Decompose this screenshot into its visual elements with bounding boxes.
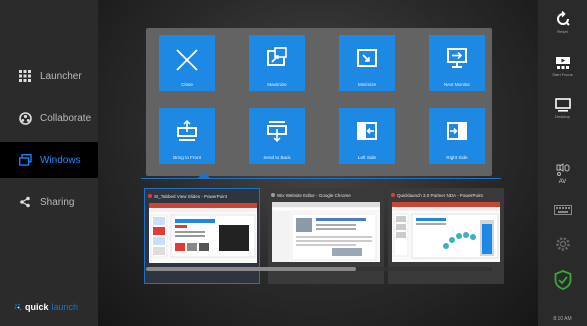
left-side-button[interactable]: Left Side — [339, 108, 395, 164]
powerpoint-app-icon — [391, 193, 395, 197]
action-label: Left Side — [357, 155, 377, 160]
action-label: Minimize — [357, 82, 377, 87]
action-label: Send to Back — [263, 155, 291, 160]
close-x-icon — [176, 49, 198, 71]
security-status[interactable] — [538, 262, 587, 298]
chrome-app-icon — [271, 193, 275, 197]
window-preview — [149, 203, 257, 263]
clock: 8:10 AM — [553, 316, 572, 322]
sidebar-item-sharing[interactable]: Sharing — [0, 184, 98, 220]
quicklaunch-logo: quick launch — [14, 302, 78, 312]
right-side-button[interactable]: Right Side — [429, 108, 485, 164]
bring-to-front-button[interactable]: Bring to Front — [159, 108, 215, 164]
windows-panel: Close Maximize Minimize Next Monitor Bri… — [98, 0, 538, 326]
divider-line — [141, 178, 501, 179]
window-title-text: SI_Tabbed View Slides - PowerPoint — [154, 193, 227, 199]
logo-text-quick: quick — [25, 302, 49, 312]
reset-button[interactable]: Reset — [538, 4, 587, 40]
send-to-back-button[interactable]: Send to Back — [249, 108, 305, 164]
collaborate-icon — [18, 111, 32, 125]
send-back-icon — [267, 121, 287, 142]
sidebar: Launcher Collaborate Windows Sharing qui… — [0, 0, 98, 326]
av-button[interactable]: AV — [538, 156, 587, 192]
logo-text-launch: launch — [51, 302, 79, 312]
powerpoint-app-icon — [148, 194, 152, 198]
sidebar-item-label: Launcher — [40, 70, 82, 82]
next-monitor-button[interactable]: Next Monitor — [429, 35, 485, 91]
thumbnail-scrollbar[interactable] — [146, 267, 492, 271]
sidebar-item-collaborate[interactable]: Collaborate — [0, 100, 98, 136]
minimize-icon — [357, 49, 377, 67]
window-preview — [272, 202, 380, 262]
window-title-text: Wix Website Editor - Google Chrome — [277, 192, 351, 198]
desktop-button[interactable]: Desktop — [538, 90, 587, 126]
reset-label: Reset — [557, 28, 568, 34]
window-title-text: Quicklaunch 3.0 Partner NDA - PowerPoint — [397, 192, 483, 198]
settings-button[interactable] — [538, 226, 587, 262]
windows-icon — [18, 153, 32, 167]
action-label: Bring to Front — [173, 155, 201, 160]
shield-check-icon — [554, 270, 571, 290]
window-title: Quicklaunch 3.0 Partner NDA - PowerPoint — [391, 191, 501, 199]
maximize-icon — [267, 47, 287, 66]
action-label: Close — [181, 82, 193, 87]
bring-front-icon — [177, 120, 197, 141]
sidebar-item-label: Collaborate — [40, 112, 92, 124]
maximize-button[interactable]: Maximize — [249, 35, 305, 91]
av-label: AV — [558, 179, 567, 185]
grid-icon — [18, 69, 32, 83]
start-focus-button[interactable]: Start Focus — [538, 48, 587, 84]
start-focus-label: Start Focus — [552, 71, 573, 77]
sidebar-item-label: Windows — [40, 154, 81, 166]
action-label: Maximize — [267, 82, 287, 87]
action-label: Next Monitor — [443, 82, 471, 87]
right-side-icon — [447, 122, 467, 140]
window-preview — [392, 202, 500, 262]
logo-mark-icon — [14, 303, 22, 311]
desktop-label: Desktop — [555, 113, 570, 119]
presentation-icon — [555, 56, 570, 69]
left-side-icon — [357, 122, 377, 140]
close-button[interactable]: Close — [159, 35, 215, 91]
sidebar-item-windows[interactable]: Windows — [0, 142, 98, 178]
right-toolbar: Reset Start Focus Desktop AV 8:10 AM — [538, 0, 587, 326]
share-icon — [18, 195, 32, 209]
window-title: Wix Website Editor - Google Chrome — [271, 191, 381, 199]
keyboard-icon — [553, 205, 572, 215]
desktop-icon — [554, 97, 571, 112]
sidebar-item-launcher[interactable]: Launcher — [0, 58, 98, 94]
sidebar-item-label: Sharing — [40, 196, 75, 208]
minimize-button[interactable]: Minimize — [339, 35, 395, 91]
av-icon — [556, 163, 569, 176]
keyboard-button[interactable] — [538, 192, 587, 228]
window-actions-panel: Close Maximize Minimize Next Monitor Bri… — [146, 28, 492, 176]
action-label: Right Side — [446, 155, 468, 160]
next-monitor-icon — [447, 48, 467, 68]
scrollbar-thumb[interactable] — [146, 267, 356, 271]
gear-icon — [555, 237, 570, 251]
reset-icon — [556, 10, 570, 26]
window-title: SI_Tabbed View Slides - PowerPoint — [148, 192, 256, 200]
